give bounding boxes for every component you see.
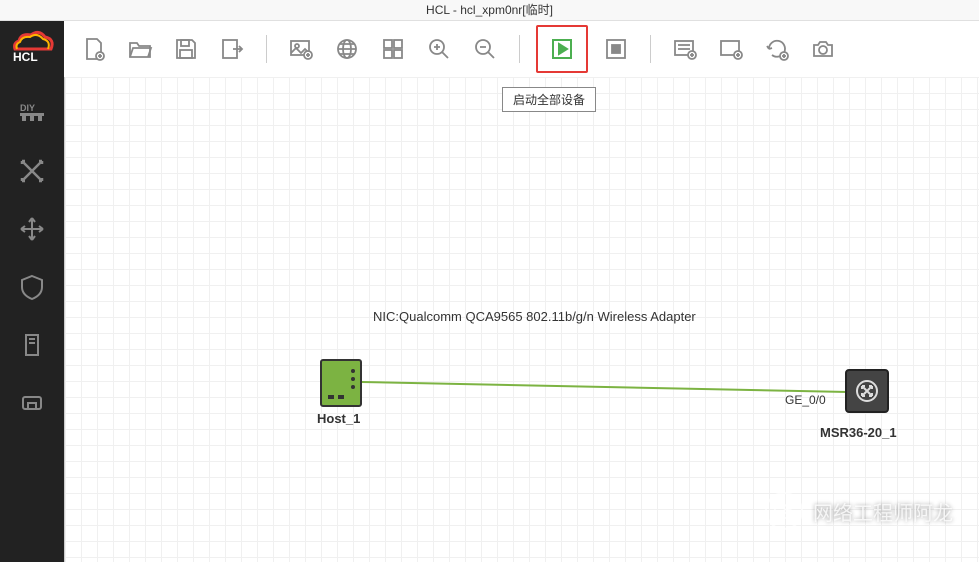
nic-label: NIC:Qualcomm QCA9565 802.11b/g/n Wireles… [373, 309, 696, 324]
topology-link[interactable] [362, 382, 848, 394]
list-add-button[interactable] [667, 31, 703, 67]
router-node-label: MSR36-20_1 [820, 425, 897, 440]
hcl-logo: HCL [7, 29, 57, 65]
window-title: HCL - hcl_xpm0nr[临时] [426, 3, 553, 17]
host-node-label: Host_1 [317, 411, 360, 426]
sidebar-move-button[interactable] [16, 213, 48, 245]
save-button[interactable] [168, 31, 204, 67]
watermark: 网络工程师阿龙 [765, 492, 953, 530]
zoom-in-button[interactable] [421, 31, 457, 67]
router-port-label: GE_0/0 [785, 393, 826, 407]
panel-add-button[interactable] [713, 31, 749, 67]
sidebar-topology-button[interactable] [16, 155, 48, 187]
toolbar-separator [650, 35, 651, 63]
start-all-tooltip: 启动全部设备 [502, 87, 596, 112]
left-panel: HCL DIY [0, 21, 64, 562]
canvas[interactable]: 启动全部设备 NIC:Qualcomm QCA9565 802.11b/g/n … [64, 77, 979, 562]
sidebar-port-button[interactable] [16, 387, 48, 419]
export-button[interactable] [214, 31, 250, 67]
zoom-out-button[interactable] [467, 31, 503, 67]
watermark-text: 网络工程师阿龙 [813, 497, 953, 526]
sidebar-diy-button[interactable]: DIY [16, 97, 48, 129]
refresh-add-button[interactable] [759, 31, 795, 67]
host-node-icon[interactable] [320, 359, 362, 407]
toolbar-separator [519, 35, 520, 63]
grid-button[interactable] [375, 31, 411, 67]
svg-text:DIY: DIY [20, 103, 35, 113]
camera-button[interactable] [805, 31, 841, 67]
open-file-button[interactable] [122, 31, 158, 67]
sidebar-security-button[interactable] [16, 271, 48, 303]
svg-text:HCL: HCL [13, 50, 38, 64]
toolbar [64, 21, 979, 78]
globe-button[interactable] [329, 31, 365, 67]
sidebar-server-button[interactable] [16, 329, 48, 361]
wechat-icon [765, 492, 803, 530]
router-node-icon[interactable] [845, 369, 889, 413]
toolbar-separator [266, 35, 267, 63]
title-bar: HCL - hcl_xpm0nr[临时] [0, 0, 979, 21]
stop-all-button[interactable] [598, 31, 634, 67]
start-all-button[interactable] [536, 25, 588, 73]
new-file-button[interactable] [76, 31, 112, 67]
image-add-button[interactable] [283, 31, 319, 67]
